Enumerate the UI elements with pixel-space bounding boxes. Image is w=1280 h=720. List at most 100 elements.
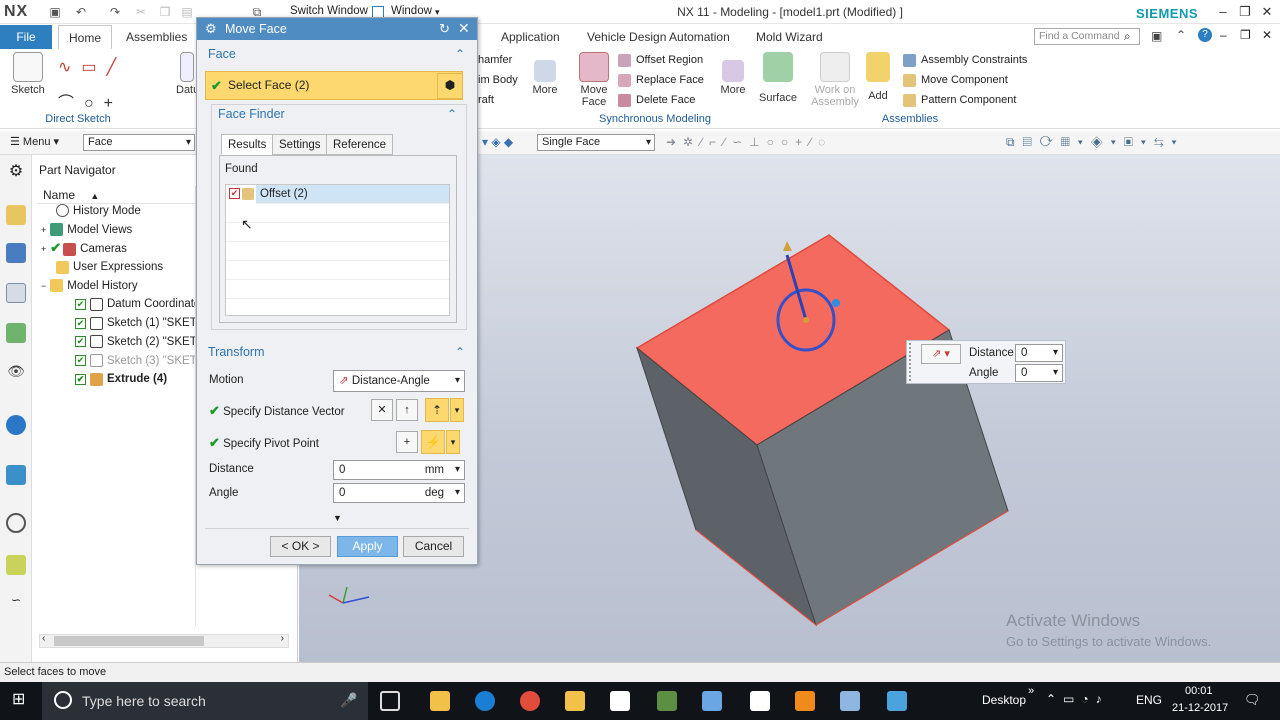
scroll-right-icon[interactable]: ›	[281, 633, 284, 644]
face-finder-header[interactable]: Face Finder ⌃	[213, 103, 465, 125]
checkbox[interactable]: ✔	[75, 373, 86, 385]
tab-vehicle-design[interactable]: Vehicle Design Automation	[577, 25, 740, 49]
more-sync-button[interactable]: More	[716, 52, 750, 96]
folder-icon[interactable]	[565, 691, 585, 711]
doc-close-icon[interactable]: ✕	[1262, 28, 1272, 42]
chamfer-button[interactable]: hamfer	[478, 51, 512, 69]
collapse-ribbon-icon[interactable]: ⌃	[1176, 28, 1186, 42]
point-dialog-button[interactable]: +	[396, 431, 418, 453]
tree-item-datum-csys[interactable]: ✔ Datum Coordinate	[33, 295, 200, 314]
help-icon[interactable]: ?	[1198, 28, 1212, 42]
add-component-button[interactable]: Add	[864, 52, 892, 102]
trim-body-button[interactable]: im Body	[478, 71, 518, 89]
collapse-icon[interactable]: −	[41, 281, 46, 291]
ok-button[interactable]: < OK >	[270, 536, 331, 557]
notifications-icon[interactable]: 🗨	[1244, 692, 1261, 708]
tree-item-sketch-1[interactable]: ✔ Sketch (1) "SKETCH	[33, 314, 213, 333]
tree-item-sketch-2[interactable]: ✔ Sketch (2) "SKETCH	[33, 333, 213, 352]
move-component-button[interactable]: Move Component	[903, 71, 1008, 89]
toolbar-expand-icon[interactable]: »	[1028, 685, 1034, 697]
task-view-icon[interactable]	[380, 691, 400, 711]
copy-icon[interactable]: ❐	[158, 5, 172, 19]
web-browser-icon[interactable]	[6, 465, 26, 485]
inferred-point-button[interactable]: ⚡	[421, 430, 445, 454]
cancel-button[interactable]: Cancel	[403, 536, 464, 557]
tree-item-extrude-4[interactable]: ✔ Extrude (4)	[33, 370, 195, 389]
view-manager-icon[interactable]: 👁	[6, 363, 26, 383]
scroll-thumb[interactable]	[54, 636, 204, 646]
sketch-button[interactable]: Sketch	[8, 52, 48, 96]
menu-button[interactable]: ☰ Menu ▾	[10, 135, 59, 148]
checkbox[interactable]: ✔	[75, 336, 86, 348]
tab-reference[interactable]: Reference	[326, 134, 394, 155]
checkbox[interactable]: ✔	[75, 317, 86, 329]
system-tray-icons[interactable]: ⌃▭◔♪	[1046, 692, 1109, 706]
datum-plane-button[interactable]: Datum Plane	[176, 52, 198, 96]
drag-handle[interactable]	[909, 343, 914, 381]
reverse-direction-button[interactable]: ↑	[396, 399, 418, 421]
reset-icon[interactable]: ↻	[439, 21, 450, 37]
assembly-navigator-icon[interactable]	[6, 205, 26, 225]
mail-icon[interactable]	[750, 691, 770, 711]
reuse-library-icon[interactable]	[6, 323, 26, 343]
type-filter-dropdown[interactable]: Face	[83, 134, 195, 151]
delete-face-button[interactable]: Delete Face	[618, 91, 695, 109]
language-indicator[interactable]: ENG	[1136, 693, 1162, 707]
tab-application[interactable]: Application	[491, 25, 570, 49]
face-rule-dropdown[interactable]: Single Face	[537, 134, 655, 151]
float-distance-input[interactable]: 0 ▾	[1015, 344, 1063, 362]
chrome-icon[interactable]	[520, 691, 540, 711]
motion-dropdown[interactable]: ⇗ Distance-Angle ▾	[333, 370, 465, 392]
taskbar-search-box[interactable]: Type here to search 🎤	[42, 682, 368, 720]
paste-icon[interactable]: ▤	[180, 5, 194, 19]
cut-icon[interactable]: ✂	[134, 5, 148, 19]
switch-window-button[interactable]: Switch Window	[290, 5, 368, 17]
pattern-component-button[interactable]: Pattern Component	[903, 91, 1016, 109]
restore-button[interactable]: ❐	[1234, 2, 1256, 22]
tree-item-user-expressions[interactable]: User Expressions	[33, 258, 195, 277]
minimize-button[interactable]: –	[1212, 2, 1234, 22]
windows-start-icon[interactable]: ⊞	[12, 691, 30, 709]
hd3d-tools-icon[interactable]	[6, 415, 26, 435]
angle-handle[interactable]	[832, 299, 840, 307]
found-item-offset[interactable]: Offset (2)	[256, 185, 449, 204]
window-menu[interactable]: Window	[391, 5, 432, 17]
point-type-dropdown[interactable]: ▾	[446, 430, 460, 454]
clock-time[interactable]: 00:01	[1185, 685, 1213, 697]
sketch-curve-icons[interactable]: ∿▭╱	[58, 57, 126, 77]
doc-restore-icon[interactable]: ❐	[1240, 28, 1251, 42]
microphone-icon[interactable]: 🎤	[340, 692, 357, 709]
search-icon[interactable]: ⌕	[1124, 29, 1131, 44]
view-tool-icons[interactable]: ⧉▤⟳▦▾◈▾▣▾⇆▾	[1006, 135, 1185, 150]
float-angle-input[interactable]: 0 ▾	[1015, 364, 1063, 382]
face-selection-icon[interactable]: ⬢	[437, 73, 463, 99]
clock-date[interactable]: 21-12-2017	[1172, 702, 1228, 714]
work-on-assembly-button[interactable]: Work on Assembly	[810, 52, 860, 108]
origin-handle[interactable]	[803, 317, 809, 323]
redo-icon[interactable]: ↷	[108, 5, 122, 19]
tab-mold-wizard[interactable]: Mold Wizard	[746, 25, 833, 49]
distance-input[interactable]: 0 mm ▾	[333, 460, 465, 480]
dialog-close-icon[interactable]: ✕	[458, 20, 470, 37]
tree-item-sketch-3[interactable]: ✔ Sketch (3) "SKETCH	[33, 352, 213, 371]
expand-icon[interactable]: +	[41, 225, 46, 235]
tab-settings[interactable]: Settings	[272, 134, 328, 155]
more-feature-button[interactable]: More	[528, 52, 562, 96]
face-section-header[interactable]: Face ⌃	[203, 43, 473, 65]
select-face-row[interactable]: ✔ Select Face (2)	[205, 71, 463, 100]
horizontal-scrollbar[interactable]: ‹ ›	[39, 633, 289, 648]
scroll-left-icon[interactable]: ‹	[42, 633, 45, 644]
motion-type-dropdown[interactable]: ⇗ ▾	[921, 344, 961, 364]
screen-app-icon[interactable]	[887, 691, 907, 711]
sketch-shape-icons[interactable]: ⌒○+	[58, 89, 123, 113]
expand-icon[interactable]: +	[41, 244, 46, 254]
tab-assemblies[interactable]: Assemblies	[116, 25, 197, 49]
window-layout-icon[interactable]: ▣	[1151, 29, 1162, 43]
desktop-toolbar[interactable]: Desktop	[982, 693, 1026, 707]
tree-item-history-mode[interactable]: History Mode	[33, 202, 195, 221]
replace-face-button[interactable]: Replace Face	[618, 71, 704, 89]
gear-icon[interactable]: ⚙	[6, 161, 26, 181]
angle-input[interactable]: 0 deg ▾	[333, 483, 465, 503]
undo-icon[interactable]: ↶	[74, 5, 88, 19]
part-navigator-icon[interactable]	[6, 283, 26, 303]
